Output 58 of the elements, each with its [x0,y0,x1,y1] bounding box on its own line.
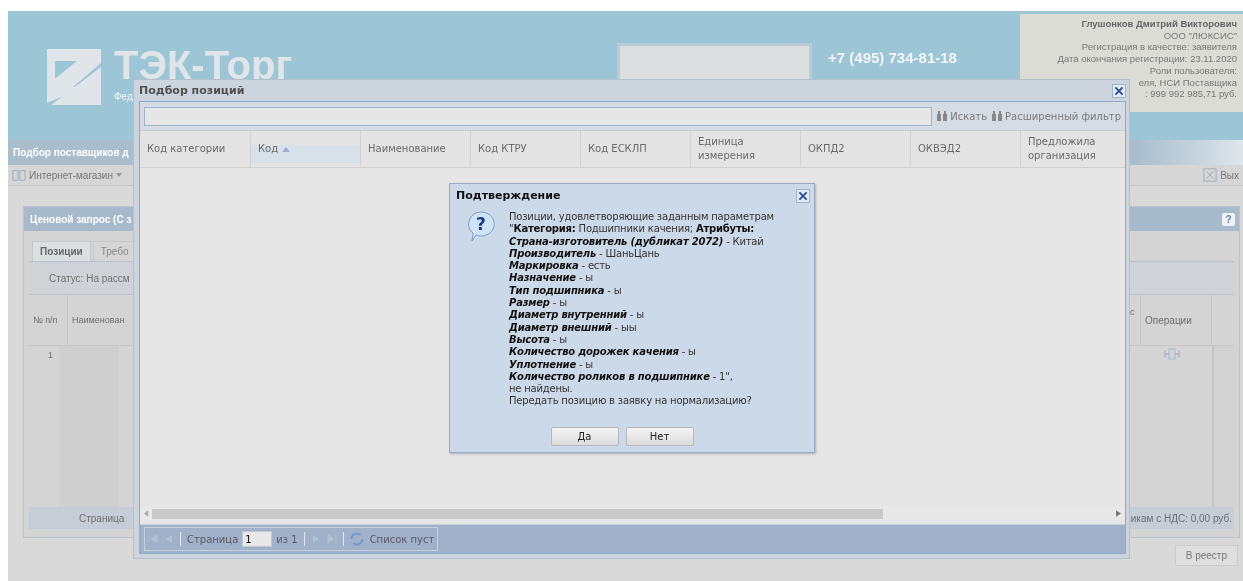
user-info-line: Дата окончания регистрации: 23.11.2020 [1057,53,1237,65]
scroll-right-icon[interactable] [1116,510,1121,517]
column-header[interactable]: Предложила организация [1021,131,1125,167]
user-info-line: Регистрация в качестве: заявителя [1081,41,1237,54]
panel-title: Ценовой запрос (С з [30,213,132,225]
column-header[interactable]: Наименование [361,131,471,167]
dialog-message: Позиции, удовлетворяющие заданным параметрам "Категория: Подшипники качения; Атрибуты: Страна-изготовитель (дубликат 2072) - Китай Производитель - ШаньЦань Маркировка - есть Назначение - ы Тип подшипника - ы Размер - ы Диаметр внутренний - ы Диаметр внешний - ыы Высота - ы Количество дорожек качения - ы Уплотнение - ы Количество роликов в подшипнике - 1", не найдены. Передать позицию в заявку на нормализацию? [509,211,774,408]
book-icon [12,168,26,182]
close-button[interactable] [796,188,810,203]
exit-button[interactable]: Вых [1203,168,1239,182]
phone-number: +7 (495) 734-81-18 [828,49,957,66]
column-header[interactable]: ОКВЭД2 [911,131,1021,167]
row-number: 1 [47,349,54,362]
user-info-line: еля, НСИ Поставщика [1138,76,1237,89]
search-field[interactable] [144,106,933,126]
tab[interactable]: Позиции [32,241,91,261]
pager-status: Список пуст [369,533,435,545]
section-title: Подбор поставщиков д [13,147,129,158]
shop-menu-button[interactable]: Интернет-магазин [12,168,122,182]
user-info-line: ООО "ЛЮКСИС" [1163,29,1237,42]
dialog-button[interactable]: Нет [625,427,694,446]
exit-icon [1203,168,1218,182]
column-header: Наименован [71,314,126,327]
pager-label: Страница [79,512,125,524]
dialog-title: Подтверждение [456,189,561,202]
column-header: Операции [1141,295,1212,345]
sort-ascending-icon [282,146,291,152]
column-header[interactable]: ОКПД2 [801,131,911,167]
advanced-filter-button[interactable]: Расширенный фильтр [991,110,1121,122]
page-count: из 1 [276,533,298,545]
refresh-icon[interactable] [349,532,364,546]
user-info-line: Роли пользователя: [1149,64,1237,77]
column-header[interactable]: Код [251,131,361,167]
question-icon: ? [466,211,496,243]
scroll-left-icon[interactable] [144,510,149,517]
binoculars-icon [991,110,1004,122]
search-button[interactable]: Искать [936,110,988,122]
user-info-line: : 999 992 985,71 руб. [1144,88,1237,100]
operations-icon[interactable] [1164,348,1180,360]
binoculars-icon [936,110,949,122]
caret-icon [116,173,122,177]
user-name: Глушонков Дмитрий Викторович [1081,18,1237,30]
window-title: Подбор позиций [139,84,245,97]
help-button[interactable]: ? [1222,212,1235,226]
scrollbar-thumb[interactable] [152,508,883,519]
logo-icon [45,47,101,105]
column-header: № п/п [29,295,68,345]
registry-button[interactable]: В реестр [1174,545,1238,566]
column-header[interactable]: Единица измерения [691,131,801,167]
brand-name: ТЭК-Торг [114,47,293,83]
page-label: Страница [187,533,239,545]
total-text: икам с НДС: 0,00 руб. [1130,512,1232,524]
column-header[interactable]: Код ЕСКЛП [581,131,691,167]
dialog-button[interactable]: Да [550,427,619,446]
page-number-field[interactable]: 1 [242,531,273,547]
status-text: Статус: На рассм [49,272,130,284]
column-header[interactable]: Код КТРУ [471,131,581,167]
close-button[interactable] [1112,83,1126,98]
